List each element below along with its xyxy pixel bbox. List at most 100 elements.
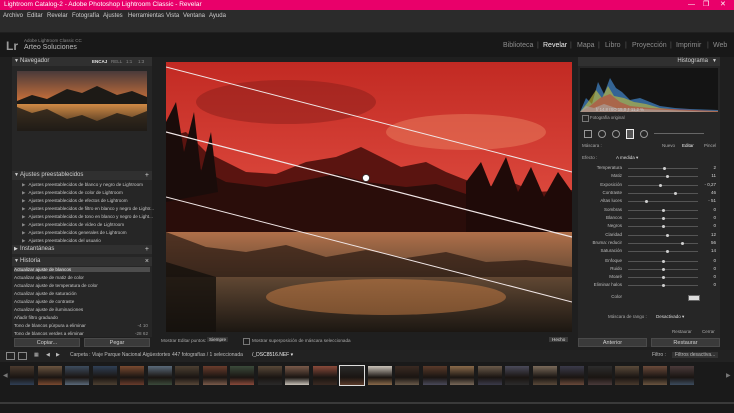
filmstrip-thumbnail[interactable] bbox=[312, 366, 337, 385]
filmstrip-scrollbar[interactable] bbox=[0, 402, 734, 404]
slider-value[interactable]: - 51 bbox=[702, 198, 716, 203]
filmstrip-thumbnail[interactable] bbox=[505, 366, 529, 385]
slider-value[interactable]: 0 bbox=[702, 282, 716, 287]
slider-value[interactable]: 56 bbox=[702, 240, 716, 245]
filmstrip-thumbnail[interactable] bbox=[339, 365, 365, 386]
mask-brush-button[interactable]: Pincel bbox=[704, 143, 716, 148]
show-pins-select[interactable]: Siempre bbox=[207, 337, 229, 342]
spot-removal-icon[interactable] bbox=[598, 130, 606, 138]
slider-knob[interactable] bbox=[666, 250, 670, 253]
filmstrip-thumbnail[interactable] bbox=[230, 366, 254, 385]
history-step[interactable]: Actualizar ajuste de temperatura de colo… bbox=[14, 283, 150, 288]
mask-new-button[interactable]: Nuevo bbox=[662, 143, 675, 148]
slider-track[interactable] bbox=[628, 176, 698, 177]
brush-slider[interactable] bbox=[654, 133, 704, 134]
red-eye-icon[interactable] bbox=[612, 130, 620, 138]
module-biblioteca[interactable]: Biblioteca bbox=[503, 42, 533, 49]
collapse-triangle-icon[interactable]: ▼ bbox=[14, 57, 19, 66]
history-step[interactable]: Tono de blancos púrpura a eliminar -4 10 bbox=[14, 323, 150, 328]
filmstrip-thumbnail[interactable] bbox=[120, 366, 144, 385]
overlay-checkbox[interactable] bbox=[243, 338, 250, 345]
slider-value[interactable]: 0 bbox=[702, 207, 716, 212]
histogram-header[interactable]: Histograma ▼ bbox=[578, 57, 720, 66]
history-step[interactable]: Añadir filtro graduado bbox=[14, 315, 150, 320]
slider-value[interactable]: 2 bbox=[702, 165, 716, 170]
clear-history-icon[interactable]: × bbox=[145, 257, 149, 266]
zoom-fill[interactable]: RELL bbox=[111, 57, 122, 66]
grid-view-icon[interactable]: ▦ bbox=[34, 352, 39, 358]
filmstrip-thumbnail[interactable] bbox=[175, 366, 199, 385]
slider-knob[interactable] bbox=[658, 184, 662, 187]
history-step[interactable]: Actualizar ajuste de iluminaciones bbox=[14, 307, 150, 312]
slider-knob[interactable] bbox=[661, 268, 665, 271]
filmstrip-thumbnail[interactable] bbox=[92, 366, 117, 385]
preset-folder[interactable]: ▶ Ajustes preestablecidos de color de Lig… bbox=[22, 190, 123, 196]
menu-vista[interactable]: Vista bbox=[166, 13, 179, 19]
menu-revelar[interactable]: Revelar bbox=[47, 13, 68, 19]
reset-button[interactable]: Restaurar bbox=[672, 329, 692, 334]
slider-knob[interactable] bbox=[661, 260, 665, 263]
slider-track[interactable] bbox=[628, 235, 698, 236]
maximize-icon[interactable]: ❐ bbox=[703, 0, 709, 10]
main-window-icon[interactable] bbox=[6, 352, 15, 360]
navigator-preview[interactable] bbox=[17, 71, 147, 131]
filmstrip-thumbnail[interactable] bbox=[615, 366, 639, 385]
filmstrip-thumbnail[interactable] bbox=[532, 366, 557, 385]
menu-archivo[interactable]: Archivo bbox=[3, 13, 23, 19]
color-swatch[interactable] bbox=[688, 295, 700, 301]
photo-canvas[interactable] bbox=[166, 62, 572, 332]
copy-settings-button[interactable]: Copiar... bbox=[14, 338, 80, 347]
filmstrip-thumbnail[interactable] bbox=[670, 366, 694, 385]
module-imprimir[interactable]: Imprimir bbox=[676, 42, 701, 49]
previous-button[interactable]: Anterior bbox=[578, 338, 647, 347]
zoom-1-3[interactable]: 1:3 bbox=[138, 57, 144, 66]
module-web[interactable]: Web bbox=[713, 42, 727, 49]
filmstrip-thumbnail[interactable] bbox=[37, 366, 62, 385]
history-step[interactable]: Actualizar ajuste de contraste bbox=[14, 299, 150, 304]
menu-ventana[interactable]: Ventana bbox=[183, 13, 205, 19]
close-icon[interactable]: ✕ bbox=[720, 0, 726, 10]
menu-ajustes[interactable]: Ajustes bbox=[103, 13, 123, 19]
current-file[interactable]: /_DSC8516.NEF ▾ bbox=[252, 352, 293, 358]
restore-button[interactable]: Restaurar bbox=[651, 338, 720, 347]
slider-knob[interactable] bbox=[661, 276, 665, 279]
close-button[interactable]: Cerrar bbox=[702, 329, 715, 334]
module-proyeccion[interactable]: Proyección bbox=[632, 42, 667, 49]
slider-knob[interactable] bbox=[644, 200, 648, 203]
slider-value[interactable]: - 0,27 bbox=[702, 182, 716, 187]
nav-back-icon[interactable]: ◀ bbox=[46, 352, 50, 358]
graduated-filter-icon[interactable] bbox=[626, 129, 634, 139]
filmstrip-thumbnail[interactable] bbox=[395, 366, 419, 385]
filmstrip-thumbnail[interactable] bbox=[285, 366, 309, 385]
histogram-graph[interactable] bbox=[580, 68, 718, 112]
zoom-fit[interactable]: ENCAJ bbox=[92, 57, 107, 66]
filmstrip-thumbnail[interactable] bbox=[642, 366, 667, 385]
slider-value[interactable]: 12 bbox=[702, 232, 716, 237]
collapse-triangle-icon[interactable]: ▼ bbox=[14, 257, 19, 266]
history-step[interactable]: Actualizar ajuste de matiz de color bbox=[14, 275, 150, 280]
slider-knob[interactable] bbox=[674, 192, 678, 195]
slider-knob[interactable] bbox=[661, 209, 665, 212]
preset-folder[interactable]: ▶ Ajustes preestablecidos del usuario bbox=[22, 238, 101, 244]
slider-knob[interactable] bbox=[661, 225, 665, 228]
history-step[interactable]: Tono de blancos verdes a eliminar -28 62 bbox=[14, 331, 150, 336]
slider-value[interactable]: 46 bbox=[702, 190, 716, 195]
slider-track[interactable] bbox=[628, 193, 698, 194]
minimize-icon[interactable]: — bbox=[688, 0, 695, 10]
filmstrip-thumbnail[interactable] bbox=[587, 366, 612, 385]
slider-value[interactable]: 11 bbox=[702, 173, 716, 178]
slider-knob[interactable] bbox=[661, 284, 665, 287]
slider-knob[interactable] bbox=[661, 217, 665, 220]
module-revelar[interactable]: Revelar bbox=[543, 42, 567, 49]
slider-value[interactable]: 0 bbox=[702, 266, 716, 271]
effect-select[interactable]: A medida ▾ bbox=[616, 155, 638, 161]
presets-header[interactable]: ▼ Ajustes preestablecidos + bbox=[12, 171, 152, 180]
slider-value[interactable]: 0 bbox=[702, 258, 716, 263]
slider-track[interactable] bbox=[628, 185, 698, 186]
slider-track[interactable] bbox=[628, 243, 698, 244]
preset-folder[interactable]: ▶ Ajustes preestablecidos de efectos de L… bbox=[22, 198, 128, 204]
slider-track[interactable] bbox=[628, 201, 698, 202]
module-libro[interactable]: Libro bbox=[605, 42, 621, 49]
filmstrip-thumbnail[interactable] bbox=[257, 366, 282, 385]
navigator-header[interactable]: ▼ Navegador ENCAJ RELL 1:1 1:3 bbox=[12, 57, 152, 66]
